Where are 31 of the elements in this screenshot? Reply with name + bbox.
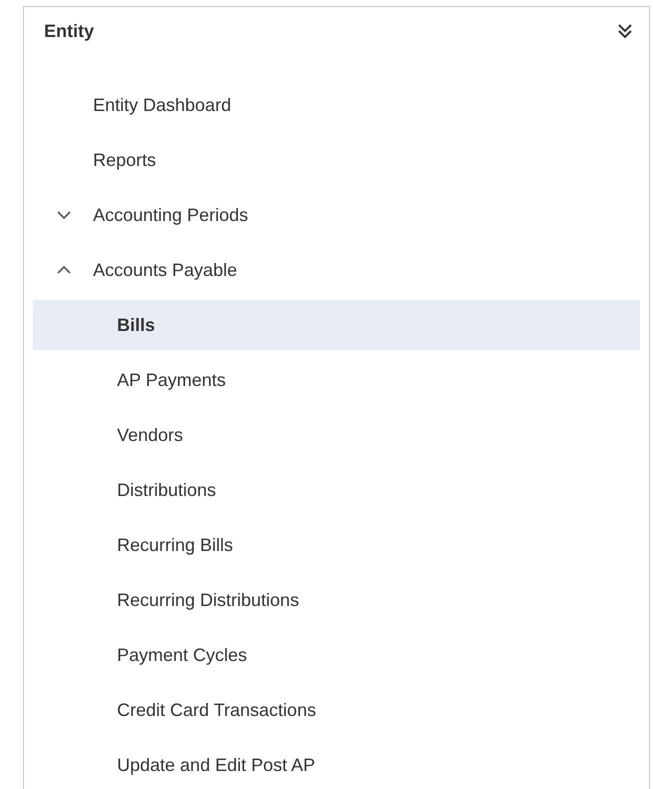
nav-item[interactable]: Distributions: [33, 465, 640, 515]
nav-item[interactable]: Update and Edit Post AP: [33, 740, 640, 789]
nav-item-label: Bills: [117, 314, 156, 336]
nav-item[interactable]: AP Payments: [33, 355, 640, 405]
nav-item-label: AP Payments: [117, 370, 226, 390]
nav-item[interactable]: Payment Cycles: [33, 630, 640, 680]
collapse-button[interactable]: [618, 23, 632, 39]
chevron-down-icon[interactable]: [57, 211, 71, 219]
nav-item[interactable]: Credit Card Transactions: [33, 685, 640, 735]
nav-item-label: Recurring Distributions: [117, 590, 300, 610]
nav-item-label: Reports: [93, 150, 156, 170]
nav-item-label: Payment Cycles: [117, 644, 248, 666]
nav-item[interactable]: Accounting Periods: [33, 190, 640, 240]
nav-item-label: Accounts Payable: [93, 260, 238, 280]
nav-item-label: Vendors: [117, 424, 184, 446]
double-chevron-down-icon: [618, 23, 632, 39]
nav-item[interactable]: Bills: [33, 300, 640, 350]
panel-title: Entity: [44, 20, 94, 42]
nav-item-label: Accounting Periods: [93, 204, 248, 226]
nav-item-label: Credit Card Transactions: [117, 700, 316, 720]
nav-item[interactable]: Vendors: [33, 410, 640, 460]
nav-item-label: Recurring Bills: [117, 534, 234, 556]
nav-item-label: Update and Edit Post AP: [117, 754, 316, 776]
nav-item-label: Distributions: [117, 480, 216, 500]
chevron-up-icon[interactable]: [57, 266, 71, 274]
nav-item[interactable]: Accounts Payable: [33, 245, 640, 295]
nav-item-label: Entity Dashboard: [93, 94, 232, 116]
nav-item[interactable]: Entity Dashboard: [33, 80, 640, 130]
nav-item[interactable]: Recurring Distributions: [33, 575, 640, 625]
nav-item[interactable]: Recurring Bills: [33, 520, 640, 570]
nav-item[interactable]: Reports: [33, 135, 640, 185]
